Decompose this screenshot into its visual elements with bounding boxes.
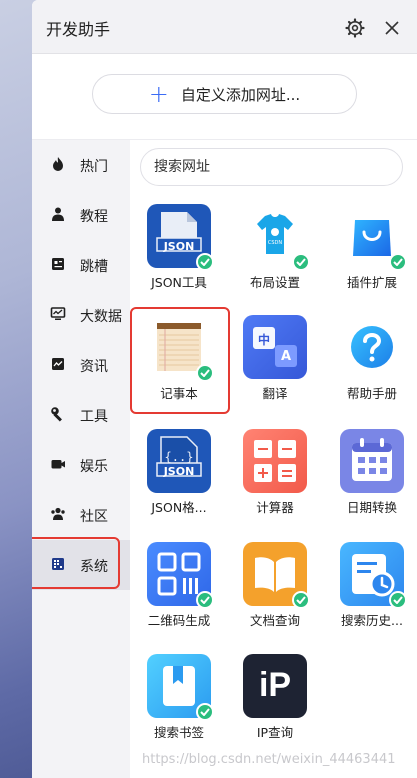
sidebar-item-jobs[interactable]: 跳槽 xyxy=(32,240,130,290)
ip-icon: iP xyxy=(243,654,307,718)
highlight-box xyxy=(32,537,120,589)
ip-badge-text: iP xyxy=(258,666,292,704)
tile-label: 二维码生成 xyxy=(147,613,211,628)
sidebar-item-label: 大数据 xyxy=(80,309,122,325)
json-badge-text: JSON xyxy=(163,465,195,478)
json-file-icon: JSON xyxy=(147,204,214,271)
panel-header: 开发助手 xyxy=(32,0,417,54)
tile-label: 计算器 xyxy=(256,500,294,515)
calculator-icon xyxy=(243,429,307,493)
sidebar-item-label: 教程 xyxy=(80,209,108,225)
json-format-icon: {..} JSON xyxy=(147,429,211,493)
close-icon[interactable] xyxy=(382,18,402,38)
wrench-icon xyxy=(51,407,62,422)
tile-json-tool[interactable]: JSON JSON工具 xyxy=(131,196,227,296)
gear-icon[interactable] xyxy=(345,18,365,38)
tile-search-bookmarks[interactable]: 搜索书签 xyxy=(131,646,227,746)
category-sidebar: 热门 教程 跳槽 大数据 资讯 工具 娱乐 社区 系统 xyxy=(32,140,130,778)
tile-calculator[interactable]: 计算器 xyxy=(227,421,323,521)
sidebar-item-entertainment[interactable]: 娱乐 xyxy=(32,440,130,490)
tile-label: 文档查询 xyxy=(249,613,300,628)
add-button-label: 自定义添加网址... xyxy=(180,85,301,104)
tile-help-manual[interactable]: 帮助手册 xyxy=(324,307,417,407)
installed-check-icon xyxy=(292,253,310,271)
video-icon xyxy=(51,460,65,469)
installed-check-icon xyxy=(196,591,214,609)
book-icon xyxy=(243,542,310,609)
highlight-box xyxy=(130,307,230,414)
sidebar-item-label: 工具 xyxy=(80,409,108,425)
watermark-text: https://blog.csdn.net/weixin_44463441 xyxy=(142,752,396,767)
tile-label: 翻译 xyxy=(262,386,288,401)
sidebar-item-news[interactable]: 资讯 xyxy=(32,340,130,390)
installed-check-icon xyxy=(196,703,214,721)
tile-ip-query[interactable]: iP IP查询 xyxy=(227,646,323,746)
sidebar-item-label: 娱乐 xyxy=(80,459,108,475)
sidebar-item-label: 资讯 xyxy=(80,359,108,375)
qrcode-icon xyxy=(147,542,214,609)
installed-check-icon xyxy=(292,591,310,609)
add-area: + 自定义添加网址... xyxy=(32,54,417,140)
dev-assistant-panel: 开发助手 + 自定义添加网址... 热门 教程 跳槽 大数据 资讯 工具 娱乐 … xyxy=(32,0,417,778)
sidebar-item-hot[interactable]: 热门 xyxy=(32,140,130,190)
search-input[interactable] xyxy=(140,148,403,186)
shopping-bag-icon xyxy=(340,204,407,271)
person-icon xyxy=(52,207,64,221)
installed-check-icon xyxy=(389,253,407,271)
plus-icon: + xyxy=(148,80,169,108)
sidebar-item-tools[interactable]: 工具 xyxy=(32,390,130,440)
installed-check-icon xyxy=(389,591,407,609)
tile-label: 搜索历史... xyxy=(341,613,403,628)
fire-icon xyxy=(53,157,63,171)
tile-json-format[interactable]: {..} JSON JSON格... xyxy=(131,421,227,521)
tile-search-history[interactable]: 搜索历史... xyxy=(324,534,417,634)
tile-plugin-extension[interactable]: 插件扩展 xyxy=(324,196,417,296)
sidebar-item-bigdata[interactable]: 大数据 xyxy=(32,290,130,340)
tile-label: JSON工具 xyxy=(151,275,207,290)
tile-label: 日期转换 xyxy=(346,500,397,515)
resume-icon xyxy=(52,258,64,270)
sidebar-item-tutorial[interactable]: 教程 xyxy=(32,190,130,240)
sidebar-item-system[interactable]: 系统 xyxy=(32,537,130,590)
group-icon xyxy=(51,507,65,520)
tile-label: IP查询 xyxy=(256,725,294,740)
svg-text:{..}: {..} xyxy=(165,450,194,464)
tile-date-convert[interactable]: 日期转换 xyxy=(324,421,417,521)
calendar-icon xyxy=(340,429,404,493)
tile-qrcode-generator[interactable]: 二维码生成 xyxy=(131,534,227,634)
tile-layout-settings[interactable]: CSDN 布局设置 xyxy=(227,196,323,296)
sidebar-item-community[interactable]: 社区 xyxy=(32,490,130,540)
tile-label: 帮助手册 xyxy=(346,386,397,401)
tile-translate[interactable]: 中 A 翻译 xyxy=(227,307,323,407)
tile-label: 搜索书签 xyxy=(153,725,204,740)
add-custom-url-button[interactable]: + 自定义添加网址... xyxy=(92,74,357,114)
sidebar-item-label: 热门 xyxy=(80,159,108,175)
sidebar-item-label: 社区 xyxy=(80,509,108,525)
tile-label: 布局设置 xyxy=(249,275,300,290)
tshirt-icon: CSDN xyxy=(243,204,310,271)
monitor-icon xyxy=(50,307,66,320)
translate-icon: 中 A xyxy=(243,315,307,379)
a-badge-text: A xyxy=(280,349,292,364)
csdn-badge-text: CSDN xyxy=(267,240,283,246)
installed-check-icon xyxy=(196,253,214,271)
help-icon xyxy=(340,315,404,379)
zh-badge-text: 中 xyxy=(257,333,270,347)
tile-document-query[interactable]: 文档查询 xyxy=(227,534,323,634)
desktop-background xyxy=(0,0,32,778)
history-icon xyxy=(340,542,407,609)
bookmark-icon xyxy=(147,654,214,721)
news-icon xyxy=(52,358,64,370)
tile-label: 插件扩展 xyxy=(346,275,397,290)
sidebar-item-label: 跳槽 xyxy=(80,259,108,275)
json-badge-text: JSON xyxy=(163,240,195,253)
panel-title: 开发助手 xyxy=(46,20,111,39)
tile-label: JSON格... xyxy=(151,500,207,515)
